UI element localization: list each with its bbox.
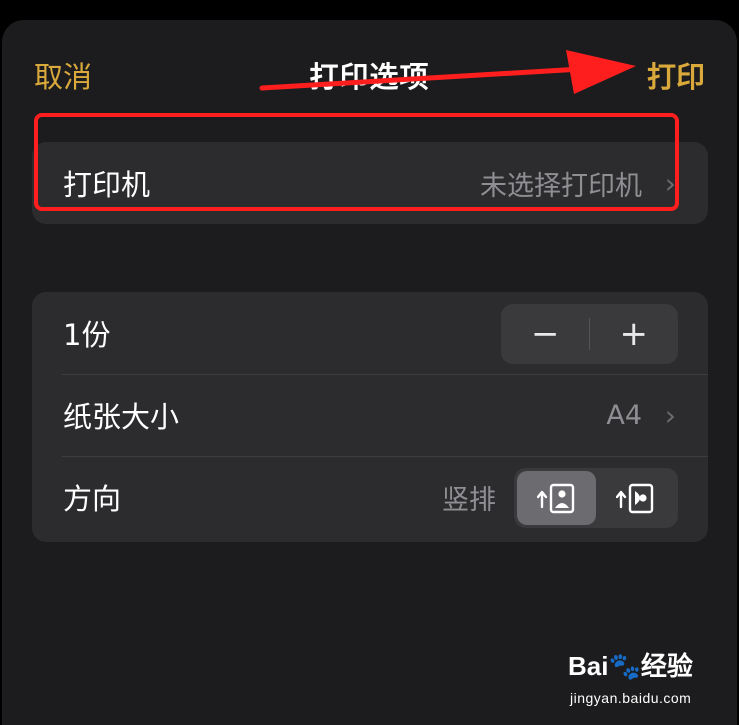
watermark-logo: Bai🐾经验	[568, 651, 693, 681]
landscape-option[interactable]	[596, 471, 675, 525]
decrement-button[interactable]: −	[501, 304, 590, 364]
orientation-value: 竖排	[442, 484, 496, 516]
landscape-orientation-icon	[615, 483, 653, 514]
copies-label: 1份	[63, 318, 111, 352]
orientation-label: 方向	[63, 482, 122, 516]
print-settings-group: 1份 − + 纸张大小 A4 › 方向 竖排	[32, 292, 708, 542]
paper-size-row[interactable]: 纸张大小 A4 ›	[32, 374, 708, 456]
annotation-arrow-icon	[259, 50, 636, 94]
paper-size-label: 纸张大小	[63, 400, 180, 434]
baidu-jingyan-watermark: Bai🐾经验 jingyan.baidu.com	[568, 646, 708, 716]
paper-size-value: A4	[606, 399, 642, 431]
print-button[interactable]: 打印	[647, 54, 705, 96]
copies-row: 1份 − +	[32, 292, 708, 374]
increment-button[interactable]: +	[590, 304, 679, 364]
chevron-right-icon: ›	[664, 398, 676, 432]
watermark-url: jingyan.baidu.com	[570, 690, 692, 706]
orientation-row: 方向 竖排	[32, 456, 708, 538]
portrait-option[interactable]	[517, 471, 596, 525]
copies-stepper: − +	[501, 304, 678, 364]
printer-highlight-box	[34, 113, 679, 211]
portrait-orientation-icon	[536, 483, 574, 514]
orientation-segmented-control	[514, 468, 678, 528]
